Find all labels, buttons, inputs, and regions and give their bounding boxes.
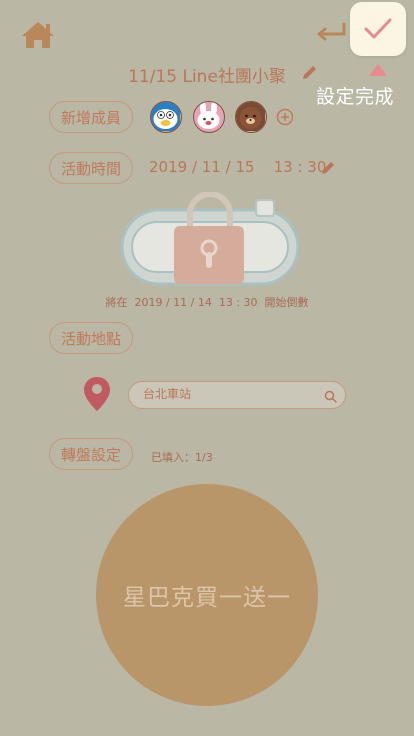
event-location-label: 活動地點 [49, 322, 133, 354]
home-icon[interactable] [20, 20, 56, 50]
location-search-box[interactable] [128, 381, 346, 409]
add-members-label: 新增成員 [49, 101, 133, 133]
add-circle-icon[interactable] [276, 108, 294, 126]
edit-pencil-icon[interactable] [300, 64, 318, 82]
event-title: 11/15 Line社團小聚 [128, 67, 286, 87]
checkmark-icon [364, 18, 392, 39]
countdown-text: 將在 2019 / 11 / 14 13 : 30 開始倒數 [105, 296, 309, 309]
avatar[interactable] [193, 101, 225, 133]
filled-count: 已填入：1/3 [151, 451, 213, 464]
event-time-label: 活動時間 [49, 152, 133, 184]
roulette-settings-label: 轉盤設定 [49, 438, 133, 470]
back-arrow-icon[interactable] [314, 20, 348, 44]
search-input[interactable] [143, 382, 313, 407]
search-icon[interactable] [324, 388, 337, 403]
roulette-prize: 星巴克買一送一 [123, 585, 291, 611]
event-time-value[interactable]: 2019 / 11 / 15 13 : 30 [149, 158, 326, 176]
lock-illustration [120, 191, 300, 290]
location-pin-icon [83, 376, 111, 412]
edit-pencil-icon[interactable] [320, 160, 336, 176]
avatar[interactable] [235, 101, 267, 133]
confirm-button[interactable] [350, 2, 406, 56]
avatar[interactable] [150, 101, 182, 133]
roulette-wheel[interactable]: 星巴克買一送一 [96, 484, 318, 706]
